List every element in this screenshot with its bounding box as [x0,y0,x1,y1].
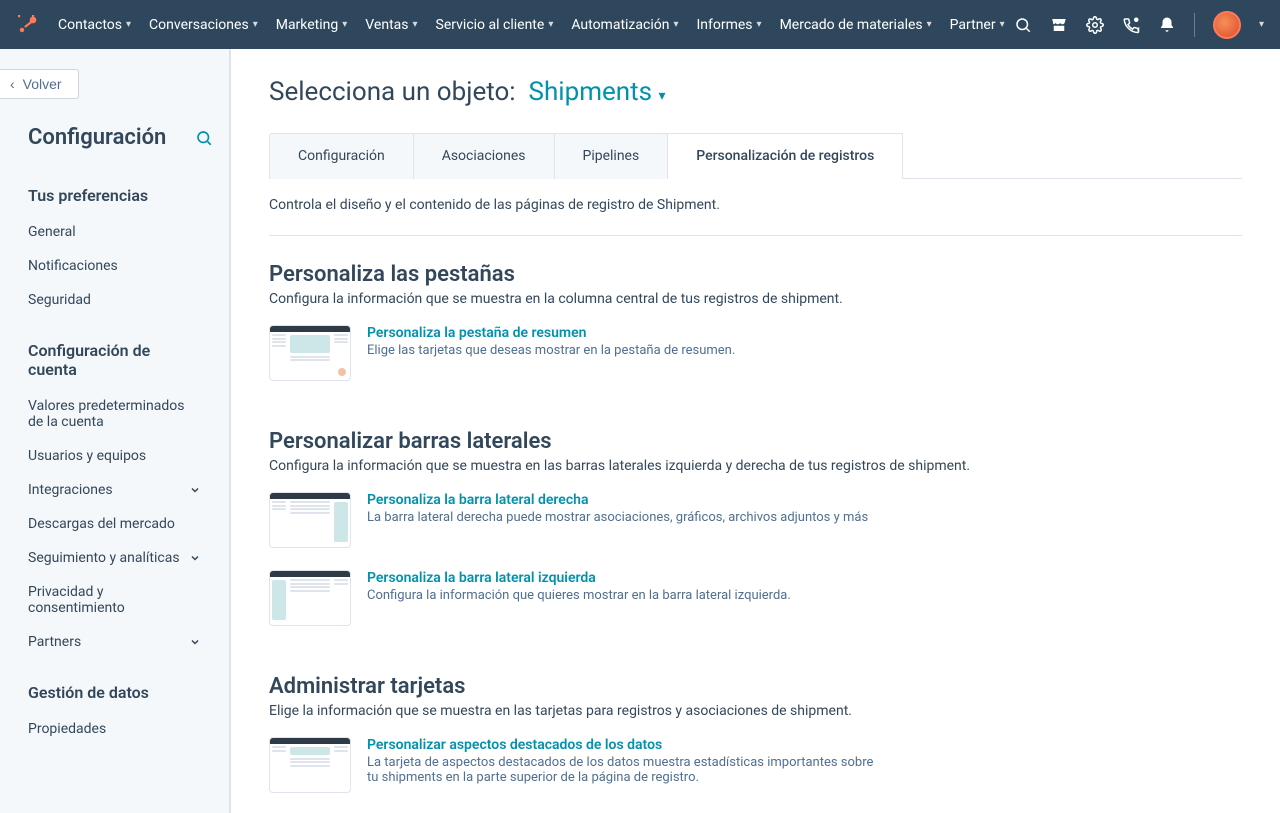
gear-icon[interactable] [1086,16,1104,34]
content-section: Personalizar barras laterales Configura l… [269,403,1242,626]
action-card: Personaliza la barra lateral izquierda Co… [269,570,1242,626]
action-desc: Elige las tarjetas que deseas mostrar en… [367,343,735,358]
intro-text: Controla el diseño y el contenido de las… [269,179,1242,236]
preview-thumbnail [269,325,351,381]
chevron-down-icon: ▾ [757,19,762,30]
search-icon[interactable] [1014,16,1032,34]
hubspot-logo-icon[interactable] [16,13,40,37]
sidebar-item[interactable]: Seguimiento y analíticas [0,541,229,575]
nav-item[interactable]: Ventas▾ [365,17,417,33]
tab-bar: ConfiguraciónAsociacionesPipelinesPerson… [269,133,1242,179]
preview-thumbnail [269,737,351,793]
content-section: Personaliza las pestañas Configura la inf… [269,236,1242,381]
chevron-down-icon: ▾ [253,19,258,30]
action-card: Personaliza la pestaña de resumen Elige l… [269,325,1242,381]
tab[interactable]: Asociaciones [414,133,555,179]
action-link[interactable]: Personaliza la pestaña de resumen [367,325,586,341]
chevron-down-icon[interactable]: ▾ [1259,19,1264,30]
action-card: Personaliza la barra lateral derecha La b… [269,492,1242,548]
bell-icon[interactable] [1158,16,1176,34]
action-card: Personalizar aspectos destacados de los … [269,737,1242,793]
chevron-down-icon: ▾ [413,19,418,30]
section-sub: Configura la información que se muestra … [269,458,1242,474]
chevron-down-icon: ▾ [659,88,666,104]
chevron-down-icon: ▾ [1000,19,1005,30]
section-heading: Personalizar barras laterales [269,429,1242,454]
action-desc: La barra lateral derecha puede mostrar a… [367,510,868,525]
action-link[interactable]: Personalizar aspectos destacados de los … [367,737,662,753]
sidebar-item[interactable]: General [0,215,229,249]
nav-item[interactable]: Partner▾ [950,17,1005,33]
marketplace-icon[interactable] [1050,16,1068,34]
nav-item[interactable]: Contactos▾ [58,17,131,33]
tab[interactable]: Personalización de registros [668,133,903,179]
nav-item[interactable]: Mercado de materiales▾ [780,17,932,33]
chevron-left-icon: ‹ [10,76,15,92]
action-link[interactable]: Personaliza la barra lateral derecha [367,492,588,508]
sidebar-item[interactable]: Descargas del mercado [0,507,229,541]
sidebar-title: Configuración [0,99,229,162]
section-sub: Configura la información que se muestra … [269,291,1242,307]
sidebar-item[interactable]: Valores predeterminados de la cuenta [0,389,229,439]
sidebar-item[interactable]: Seguridad [0,283,229,317]
nav-item[interactable]: Servicio al cliente▾ [436,17,554,33]
nav-item[interactable]: Marketing▾ [276,17,348,33]
settings-sidebar: ‹ Volver Configuración Tus preferenciasG… [0,49,230,813]
sidebar-item[interactable]: Privacidad y consentimiento [0,575,229,625]
chevron-down-icon: ▾ [673,19,678,30]
tab[interactable]: Pipelines [555,133,669,179]
sidebar-section-title: Configuración de cuenta [0,317,229,389]
tab[interactable]: Configuración [269,133,414,179]
back-button[interactable]: ‹ Volver [0,69,79,99]
sidebar-section-title: Tus preferencias [0,162,229,215]
content-section: Administrar tarjetas Elige la información… [269,648,1242,813]
nav-item[interactable]: Conversaciones▾ [149,17,258,33]
sidebar-section-title: Gestión de datos [0,659,229,712]
chevron-down-icon: ▾ [342,19,347,30]
sidebar-item[interactable]: Partners [0,625,229,659]
chevron-down-icon: ▾ [126,19,131,30]
action-desc: Configura la información que quieres mos… [367,588,791,603]
phone-icon[interactable] [1122,16,1140,34]
sidebar-item[interactable]: Integraciones [0,473,229,507]
chevron-down-icon [189,552,201,564]
chevron-down-icon [189,484,201,496]
back-label: Volver [23,76,62,92]
nav-item[interactable]: Automatización▾ [571,17,678,33]
object-selector[interactable]: Selecciona un objeto: Shipments ▾ [269,77,1242,107]
top-navbar: Contactos▾ Conversaciones▾ Marketing▾ Venta… [0,0,1280,49]
preview-thumbnail [269,492,351,548]
main-content: Selecciona un objeto: Shipments ▾ Config… [230,49,1280,813]
section-heading: Personaliza las pestañas [269,262,1242,287]
chevron-down-icon [189,636,201,648]
action-desc: La tarjeta de aspectos destacados de los… [367,755,887,785]
chevron-down-icon: ▾ [927,19,932,30]
sidebar-item[interactable]: Propiedades [0,712,229,746]
chevron-down-icon: ▾ [548,19,553,30]
action-link[interactable]: Personaliza la barra lateral izquierda [367,570,596,586]
sidebar-item[interactable]: Usuarios y equipos [0,439,229,473]
search-icon[interactable] [195,129,213,147]
preview-thumbnail [269,570,351,626]
user-avatar[interactable] [1213,11,1241,39]
sidebar-item[interactable]: Notificaciones [0,249,229,283]
section-heading: Administrar tarjetas [269,674,1242,699]
nav-item[interactable]: Informes▾ [696,17,761,33]
section-sub: Elige la información que se muestra en l… [269,703,1242,719]
